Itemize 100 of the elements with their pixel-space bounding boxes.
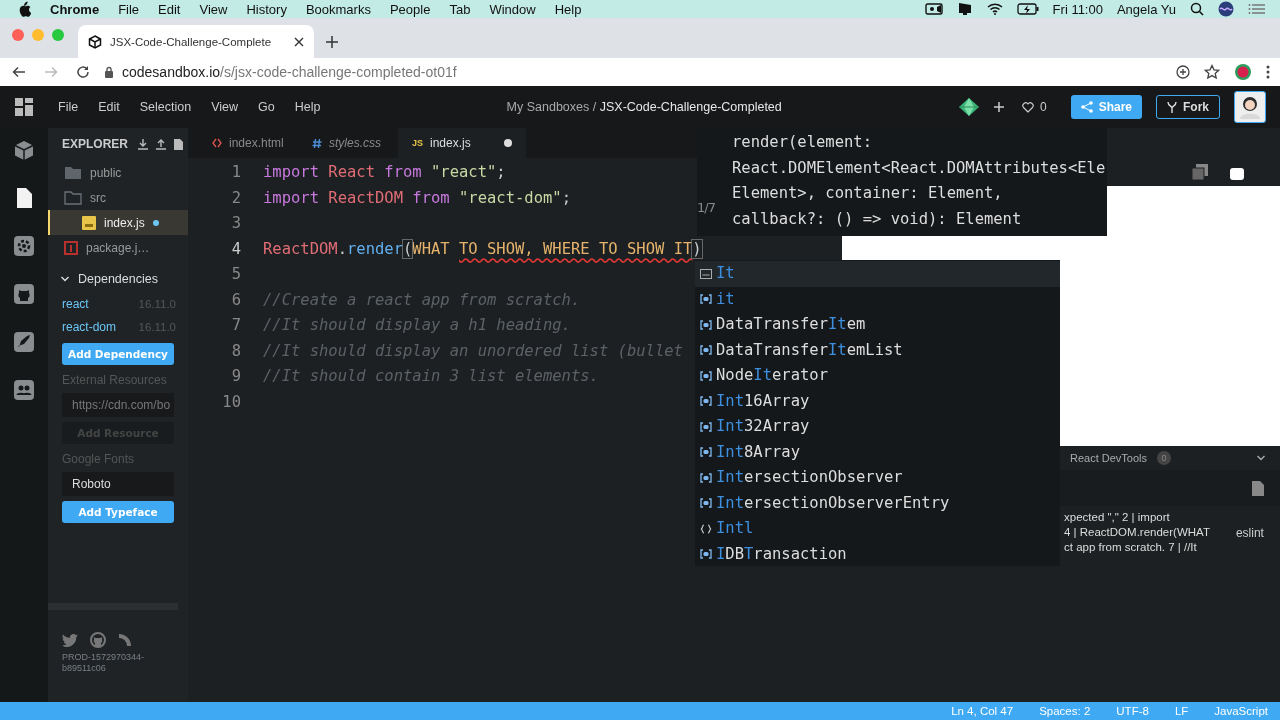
variable-icon: [700, 421, 712, 432]
breadcrumb[interactable]: My Sandboxes / JSX-Code-Challenge-Completed: [506, 100, 782, 114]
variable-icon: [700, 345, 712, 356]
suggestion-item[interactable]: it: [695, 286, 1060, 312]
suggestion-item[interactable]: NodeIterator: [695, 363, 1060, 389]
cube-icon: [88, 34, 102, 49]
suggestion-item[interactable]: IDBTransaction: [695, 541, 1060, 567]
more-icon[interactable]: [1266, 65, 1270, 79]
file-tree-item[interactable]: package.j…: [48, 235, 188, 260]
logo-icon[interactable]: [15, 98, 33, 116]
menu-item[interactable]: Tab: [449, 1, 471, 17]
file-tree-item[interactable]: index.js: [48, 210, 188, 235]
cube-icon[interactable]: [13, 139, 35, 161]
list-icon[interactable]: [1248, 3, 1266, 15]
user-name[interactable]: Angela Yu: [1116, 1, 1176, 17]
suggestion-item[interactable]: It: [695, 261, 1060, 287]
menu-item[interactable]: View: [199, 1, 228, 17]
close-icon[interactable]: [294, 36, 304, 47]
fork-button[interactable]: Fork: [1156, 95, 1220, 119]
suggestion-item[interactable]: IntersectionObserverEntry: [695, 490, 1060, 516]
camera-icon[interactable]: [924, 3, 943, 15]
menu-item[interactable]: View: [201, 100, 248, 114]
menu-item[interactable]: Edit: [88, 100, 130, 114]
editor-tab[interactable]: styles.css: [298, 128, 398, 158]
suggestion-item[interactable]: Int32Array: [695, 414, 1060, 440]
menu-item[interactable]: File: [48, 100, 89, 114]
plus-icon[interactable]: [993, 102, 1004, 112]
overload-counter[interactable]: 1/7: [697, 200, 715, 215]
chevron-icon[interactable]: [1256, 454, 1266, 462]
signature-line: Element>, container: Element,: [732, 183, 1004, 204]
url-text[interactable]: codesandbox.io/s/jsx-code-challenge-completed-ot01f: [122, 64, 457, 80]
dependency-name[interactable]: react-dom: [62, 319, 117, 334]
suggestion-item[interactable]: Int8Array: [695, 439, 1060, 465]
clock[interactable]: Fri 11:00: [1052, 1, 1103, 17]
devtools-tab[interactable]: React DevTools: [1070, 452, 1148, 464]
menu-item[interactable]: Help: [554, 1, 582, 17]
windows-icon[interactable]: [1192, 164, 1208, 180]
suggestion-item[interactable]: DataTransferItem: [695, 312, 1060, 338]
avatar[interactable]: [1234, 91, 1266, 123]
code-line[interactable]: import React from "react";: [263, 160, 506, 186]
variable-icon: [700, 472, 712, 483]
section-header[interactable]: Dependencies: [48, 266, 188, 292]
github-icon[interactable]: [90, 632, 106, 648]
variable-icon: [700, 319, 712, 330]
dependency-name[interactable]: react: [62, 296, 89, 311]
problem-text: 4 | ReactDOM.render(WHAT: [1064, 525, 1210, 540]
menu-item[interactable]: History: [246, 1, 287, 17]
file-tree-item[interactable]: src: [48, 185, 188, 210]
extension-icon[interactable]: [1234, 63, 1252, 81]
new-tab-icon[interactable]: [326, 36, 338, 48]
hash-icon: [312, 137, 322, 149]
battery-icon[interactable]: [1016, 3, 1039, 15]
file-tree-item[interactable]: public: [48, 160, 188, 185]
suggestion-item[interactable]: DataTransferItemList: [695, 337, 1060, 363]
editor-tab[interactable]: JS index.js: [398, 128, 526, 158]
font-field[interactable]: Roboto: [62, 472, 174, 496]
line-number: 3: [230, 213, 241, 234]
file-type-label: JS: [412, 138, 423, 148]
problem-text: ct app from scratch. 7 | //It: [1064, 540, 1198, 555]
problem-source: eslint: [1235, 525, 1264, 540]
search-icon[interactable]: [1190, 2, 1204, 16]
code-line[interactable]: import ReactDOM from "react-dom";: [263, 185, 571, 211]
folder-icon: [64, 190, 82, 205]
menu-item[interactable]: Bookmarks: [305, 1, 371, 17]
line-number: 4: [230, 238, 241, 260]
github-icon[interactable]: [13, 283, 35, 305]
menu-item[interactable]: Help: [284, 100, 331, 114]
scroll-bar[interactable]: [48, 603, 178, 610]
gear-icon[interactable]: [13, 235, 35, 257]
gem-icon[interactable]: [957, 97, 980, 117]
reload-icon[interactable]: [76, 65, 90, 79]
variable-icon: [700, 498, 712, 509]
browser-tab[interactable]: JSX-Code-Challenge-Complete: [78, 25, 314, 58]
signature-line: render(element:: [732, 132, 873, 153]
bird-icon[interactable]: [62, 633, 78, 647]
like-button[interactable]: 0: [1017, 100, 1057, 114]
wifi-icon[interactable]: [986, 3, 1003, 15]
variable-icon: [700, 396, 712, 407]
url-field[interactable]: https://cdn.com/bo: [62, 393, 174, 417]
add-circle-icon[interactable]: [1176, 65, 1190, 79]
editor-tab[interactable]: index.html: [198, 128, 298, 158]
menu-item[interactable]: Chrome: [50, 1, 100, 17]
suggestion-item[interactable]: Intl: [695, 516, 1060, 542]
square-icon[interactable]: [1230, 168, 1244, 180]
heart-icon: [1021, 101, 1034, 113]
star-icon[interactable]: [1204, 64, 1220, 80]
menu-item[interactable]: People: [389, 1, 431, 17]
assistant-icon[interactable]: [1218, 1, 1234, 17]
suggestion-item[interactable]: IntersectionObserver: [695, 465, 1060, 491]
menu-item[interactable]: Edit: [158, 1, 181, 17]
menu-item[interactable]: Window: [489, 1, 536, 17]
menu-item[interactable]: Go: [248, 100, 285, 114]
upload-icon[interactable]: [156, 138, 166, 150]
download-icon[interactable]: [138, 138, 148, 150]
back-icon[interactable]: [12, 66, 26, 78]
menu-item[interactable]: Selection: [129, 100, 202, 114]
line-number: 7: [230, 315, 241, 336]
new-file-icon[interactable]: [174, 138, 183, 150]
suggestion-item[interactable]: Int16Array: [695, 388, 1060, 414]
menu-item[interactable]: File: [118, 1, 140, 17]
